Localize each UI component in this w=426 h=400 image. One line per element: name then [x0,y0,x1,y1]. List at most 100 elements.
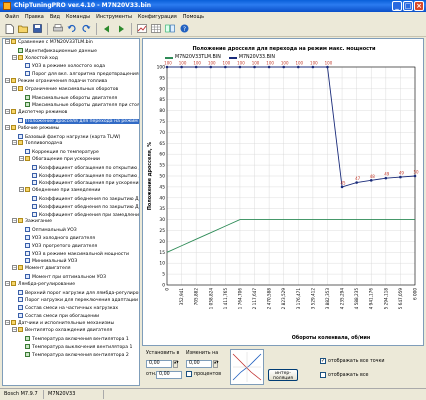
new-icon[interactable] [3,23,15,35]
value-icon [25,344,30,350]
checkbox-box[interactable]: ✓ [320,358,326,364]
data-point [311,65,315,69]
tree-node[interactable]: − Ограничение максимальных оборотов [3,85,139,94]
interpolation-preview [230,349,264,385]
from-value-input[interactable]: 0,00 [156,371,182,379]
show-points-checkbox[interactable]: ✓ отображать все точки [320,358,385,364]
tree-node[interactable]: − Момент двигателя [3,265,139,273]
graph-icon [18,117,23,123]
tree-node[interactable]: − Холостой ход [3,54,139,63]
expand-toggle-icon[interactable]: − [19,187,24,193]
menu-tools[interactable]: Инструменты [93,14,135,20]
interpolation-button[interactable]: интер- поляция [268,369,298,381]
tree-node[interactable]: Коэффициент обогащения при ускорении [3,179,139,187]
tree-node[interactable]: Максимальные обороты двигателя при стоян… [3,101,139,109]
tree-node[interactable]: УОЗ в режиме максимальной мощности [3,250,139,258]
menu-edit[interactable]: Правка [22,14,47,20]
checkbox-box[interactable] [186,371,192,377]
expand-toggle-icon[interactable]: − [5,109,10,115]
tree-node[interactable]: Идентификационные данные [3,47,139,55]
change-value-input[interactable]: 0,00 [186,360,212,368]
expand-toggle-icon[interactable]: − [5,77,10,83]
tree-node[interactable]: − Лямбда-регулирование [3,280,139,289]
tree-node[interactable]: − Вентилятор охлаждения двигателя [3,327,139,335]
tree-node[interactable]: − Топливоподача [3,140,139,148]
prev-icon[interactable] [101,23,113,35]
undo-icon[interactable] [66,23,78,35]
tree-node[interactable]: − Обеднение при замедлении [3,187,139,195]
expand-toggle-icon[interactable]: − [5,280,10,286]
tree-node[interactable]: Порог нагрузки для переключения адаптаци… [3,296,139,304]
expand-toggle-icon[interactable]: − [5,124,10,130]
expand-toggle-icon[interactable]: − [12,218,17,224]
tree-node[interactable]: − Диспетчер режимов [3,109,139,117]
tree-node[interactable]: Температура выключения вентилятора 1 [3,343,139,351]
data-point [194,65,198,69]
table-icon[interactable] [150,23,162,35]
tree-node[interactable]: − Зажигание [3,218,139,226]
tree-node[interactable]: Коэффициент обеднения по закрытию ДЗ от [3,195,139,203]
tree-node-label: Коэффициент обогащения по открытию ДЗ от [39,165,139,171]
tree-node-label: Порог нагрузки для переключения адаптаци… [25,298,139,304]
expand-toggle-icon[interactable]: − [12,54,17,60]
tree-node[interactable]: УОЗ в режиме холостого хода [3,62,139,70]
redo-icon[interactable] [80,23,92,35]
expand-toggle-icon[interactable]: − [12,265,17,271]
expand-toggle-icon[interactable]: − [5,319,10,325]
tree-node[interactable]: Максимальные обороты двигателя [3,94,139,102]
print-icon[interactable] [52,23,64,35]
tree-node[interactable]: Оптимальный УОЗ [3,226,139,234]
set-value-input[interactable]: 0,00 [146,360,172,368]
tree-node[interactable]: Минимальный УОЗ [3,257,139,265]
expand-toggle-icon[interactable]: − [5,39,10,44]
minimize-button[interactable]: _ [392,1,402,11]
tree-node[interactable]: УОЗ прогретого двигателя [3,242,139,250]
save-icon[interactable] [31,23,43,35]
menu-file[interactable]: Файл [2,14,22,20]
menu-commands[interactable]: Команды [63,14,93,20]
tree-node[interactable]: Положение дросселя для перехода на режим… [3,117,139,125]
folder-icon [18,265,23,271]
expand-toggle-icon[interactable]: − [19,155,24,161]
tree-node[interactable]: − Рабочие режимы [3,124,139,133]
tree-node[interactable]: − Режим ограничения подачи топлива [3,77,139,86]
tree-node[interactable]: − Сравнение с M7N20V33TLM.bin [3,39,139,47]
menu-config[interactable]: Конфигурация [135,14,180,20]
graph-icon[interactable] [136,23,148,35]
tree-node[interactable]: Коэффициент обогащения по открытию ДЗ от [3,172,139,180]
menu-view[interactable]: Вид [47,14,63,20]
tree-node[interactable]: Состав смеси на частичных нагрузках [3,304,139,312]
tree-node[interactable]: УОЗ холодного двигателя [3,234,139,242]
expand-toggle-icon[interactable]: − [12,85,17,91]
checkbox-box[interactable] [320,372,326,378]
tree-node[interactable]: Коррекция по температуре [3,148,139,156]
parameter-tree[interactable]: − Сравнение с M7N20V33TLM.bin Идентификаци… [2,38,140,386]
next-icon[interactable] [115,23,127,35]
tree-node[interactable]: Момент при оптимальном УОЗ [3,273,139,281]
expand-toggle-icon[interactable]: − [12,327,17,333]
tree-node[interactable]: Базовый фактор нагрузки (карта TL/W) [3,133,139,141]
expand-toggle-icon[interactable]: − [12,140,17,146]
tree-node[interactable]: Коэффициент обогащения по открытию ДЗ от [3,164,139,172]
tree-node[interactable]: − Обогащение при ускорении [3,155,139,164]
tree-node[interactable]: Состав смеси при обогащении [3,312,139,320]
change-spin-icon[interactable]: ▲▼ [213,360,219,368]
tree-node[interactable]: Порог для вкл. алгоритма предотвращения … [3,70,139,78]
tree-node[interactable]: − Датчики и исполнительные механизмы [3,319,139,328]
set-spin-icon[interactable]: ▲▼ [173,360,179,368]
maximize-button[interactable]: □ [403,1,413,11]
menu-help[interactable]: Помощь [180,14,207,20]
show-all-checkbox[interactable]: отображать все [320,372,368,378]
tree-node[interactable]: Температура включения вентилятора 1 [3,335,139,343]
tree-node[interactable]: Коэффициент обеднения при замедлении [3,211,139,219]
percent-checkbox[interactable]: процентов [186,371,221,377]
help-icon[interactable]: ? [178,23,190,35]
tree-node[interactable]: Верхний порог нагрузки для лямбда-регули… [3,289,139,297]
tree-node[interactable]: Температура включения вентилятора 2 [3,351,139,359]
tree-node[interactable]: Коэффициент обеднения по закрытию ДЗ от [3,203,139,211]
open-icon[interactable] [17,23,29,35]
line-chart[interactable]: 0 5 10 15 20 25 30 35 40 45 50 55 60 65 70 75 80 85 90 95 10… [143,39,423,345]
compare-icon[interactable] [164,23,176,35]
close-button[interactable]: × [414,1,424,11]
